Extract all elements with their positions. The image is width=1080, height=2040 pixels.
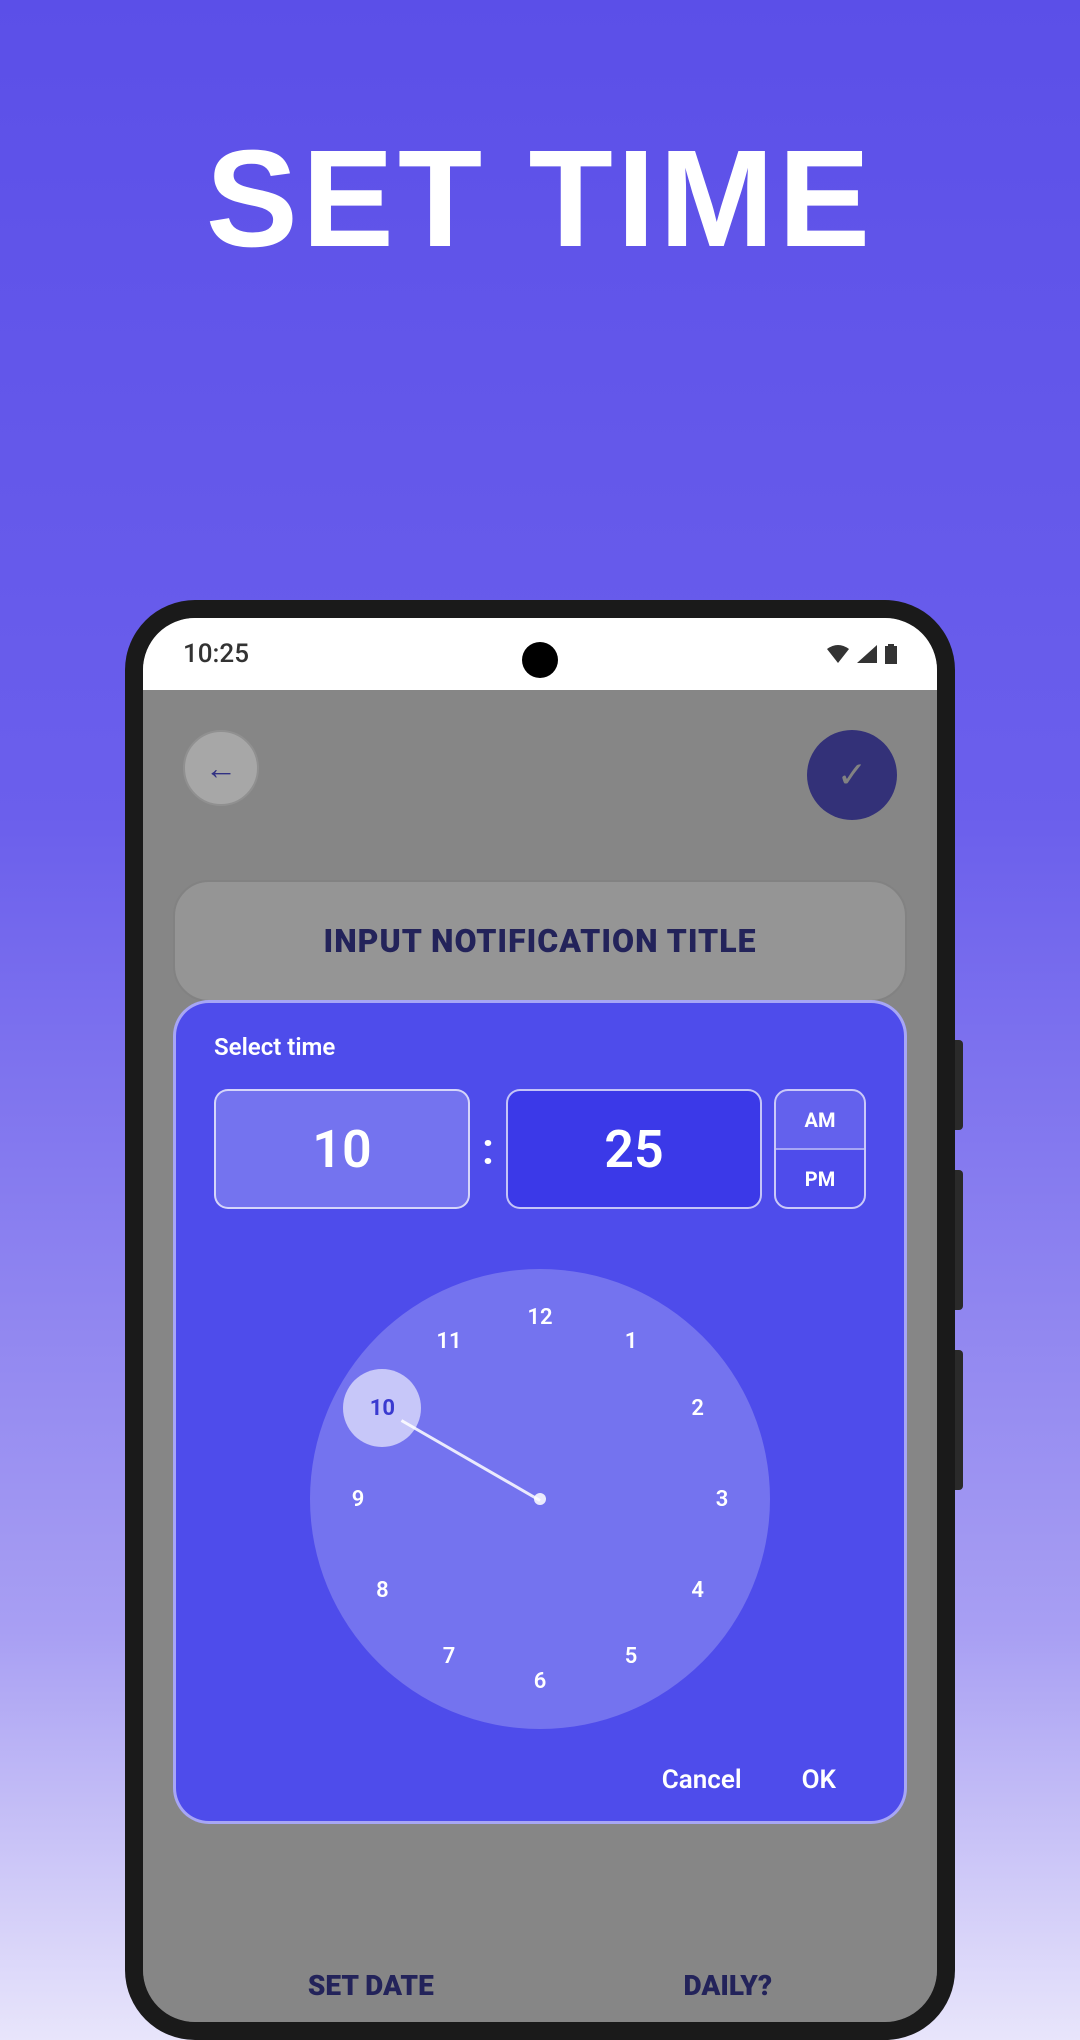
status-time: 10:25 <box>183 639 249 669</box>
clock-face[interactable]: 12 12 3 45 6 78 9 1011 <box>310 1269 770 1729</box>
clock-center-dot <box>534 1493 546 1505</box>
time-colon: : <box>482 1123 494 1175</box>
clock-number-8[interactable]: 8 <box>360 1568 404 1612</box>
clock-number-12[interactable]: 12 <box>518 1295 562 1339</box>
clock-number-7[interactable]: 7 <box>427 1635 471 1679</box>
clock-selector-knob[interactable]: 10 <box>343 1369 421 1447</box>
clock-hand <box>401 1419 541 1502</box>
clock-number-9[interactable]: 9 <box>336 1477 380 1521</box>
time-picker-dialog: Select time 10 : 25 AM PM 12 12 3 45 6 7 <box>173 1000 907 1824</box>
clock-number-6[interactable]: 6 <box>518 1659 562 1703</box>
page-headline: SET TIME <box>0 120 1080 279</box>
hour-input[interactable]: 10 <box>214 1089 470 1209</box>
clock-number-5[interactable]: 5 <box>609 1635 653 1679</box>
cancel-button[interactable]: Cancel <box>662 1765 742 1795</box>
minute-input[interactable]: 25 <box>506 1089 762 1209</box>
phone-frame: 10:25 ← ✓ INPUT NOTIFICATION TITLE <box>125 600 955 2040</box>
clock-number-3[interactable]: 3 <box>700 1477 744 1521</box>
clock-number-2[interactable]: 2 <box>676 1386 720 1430</box>
clock-number-11[interactable]: 11 <box>427 1319 471 1363</box>
clock-number-4[interactable]: 4 <box>676 1568 720 1612</box>
am-option[interactable]: AM <box>776 1091 864 1148</box>
phone-side-buttons <box>955 1040 963 1530</box>
status-icons <box>827 644 897 664</box>
signal-icon <box>857 645 877 663</box>
status-bar: 10:25 <box>143 618 937 690</box>
time-inputs: 10 : 25 AM PM <box>214 1089 866 1209</box>
ampm-toggle: AM PM <box>774 1089 866 1209</box>
battery-icon <box>885 644 897 664</box>
dialog-actions: Cancel OK <box>214 1765 866 1795</box>
clock-number-1[interactable]: 1 <box>609 1319 653 1363</box>
ok-button[interactable]: OK <box>802 1765 836 1795</box>
app-content: ← ✓ INPUT NOTIFICATION TITLE SET DATE DA… <box>143 690 937 2022</box>
wifi-icon <box>827 645 849 663</box>
pm-option[interactable]: PM <box>776 1150 864 1207</box>
phone-screen: 10:25 ← ✓ INPUT NOTIFICATION TITLE <box>143 618 937 2022</box>
clock-wrap: 12 12 3 45 6 78 9 1011 <box>214 1269 866 1729</box>
camera-notch <box>522 642 558 678</box>
picker-title: Select time <box>214 1033 866 1061</box>
